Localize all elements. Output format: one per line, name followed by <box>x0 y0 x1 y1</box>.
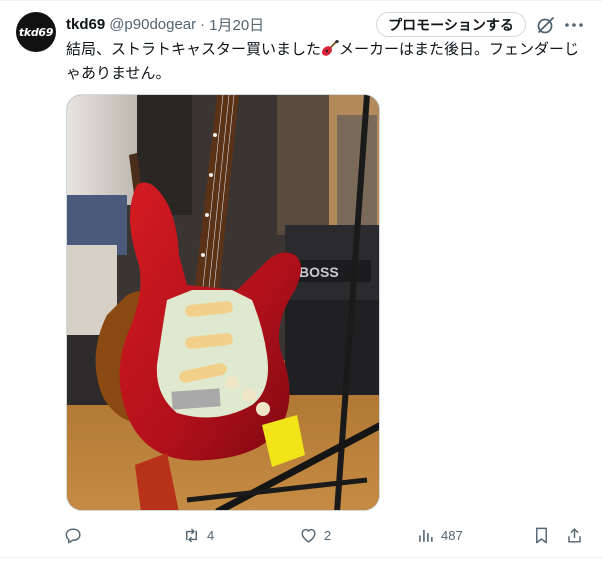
separator-dot: · <box>200 15 206 33</box>
like-button[interactable]: 2 <box>299 522 331 548</box>
bottom-divider <box>0 557 602 558</box>
guitar-emoji-icon <box>322 40 340 56</box>
like-count: 2 <box>324 527 332 543</box>
repost-count: 4 <box>207 527 215 543</box>
user-handle[interactable]: @p90dogear <box>109 16 196 33</box>
share-icon <box>568 527 581 543</box>
grok-icon[interactable] <box>536 15 556 35</box>
display-name[interactable]: tkd69 <box>66 16 105 33</box>
top-divider <box>0 0 602 1</box>
guitar-photo-image: BOSS <box>67 95 379 510</box>
tweet-header: tkd69 @p90dogear · 1月20日 <box>66 13 264 35</box>
tweet-photo[interactable]: BOSS <box>66 94 380 511</box>
views-button[interactable]: 487 <box>416 522 463 548</box>
tweet-text: 結局、ストラトキャスター買いました メーカーはまた後日。フェンダーじゃありません… <box>66 38 586 86</box>
action-bar: 4 2 487 <box>0 522 602 548</box>
reply-button[interactable] <box>64 522 89 548</box>
tweet-card[interactable]: tkd69 tkd69 @p90dogear · 1月20日 プロモーションする… <box>0 0 602 561</box>
repost-button[interactable]: 4 <box>182 522 214 548</box>
heart-icon <box>301 528 316 543</box>
views-chart-icon <box>419 529 433 542</box>
view-count: 487 <box>441 527 463 543</box>
post-date[interactable]: 1月20日 <box>209 14 264 35</box>
tweet-text-part1: 結局、ストラトキャスター買いました <box>66 41 322 58</box>
bookmark-icon <box>536 527 547 543</box>
reply-icon <box>65 527 81 543</box>
avatar[interactable]: tkd69 <box>16 12 56 52</box>
share-button[interactable] <box>565 522 584 548</box>
amp-brand-label: BOSS <box>299 264 339 280</box>
more-options-icon[interactable] <box>563 14 585 36</box>
bookmark-button[interactable] <box>532 522 551 548</box>
promote-button[interactable]: プロモーションする <box>376 12 526 37</box>
repost-icon <box>186 528 197 542</box>
